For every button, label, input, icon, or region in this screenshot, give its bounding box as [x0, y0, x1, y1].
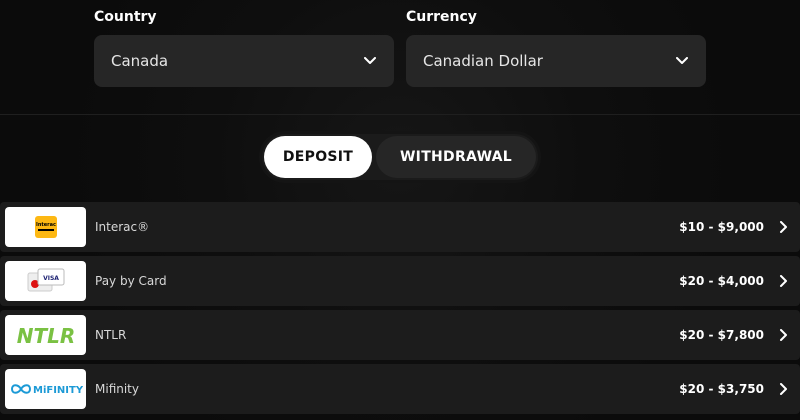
ntlr-logo: NTLR	[5, 315, 86, 355]
country-label: Country	[94, 9, 157, 25]
method-name: NTLR	[95, 328, 127, 342]
currency-select[interactable]: Canadian Dollar	[406, 35, 706, 87]
currency-label: Currency	[406, 9, 477, 25]
chevron-down-icon	[676, 55, 688, 67]
chevron-right-icon	[780, 383, 787, 395]
transaction-type-toggle: DEPOSIT WITHDRAWAL	[262, 134, 538, 180]
mifinity-logo-text: MiFINITY	[33, 385, 83, 396]
country-field: Country Canada	[94, 8, 394, 87]
currency-value: Canadian Dollar	[423, 52, 543, 70]
chevron-right-icon	[780, 275, 787, 287]
chevron-down-icon	[364, 55, 376, 67]
currency-field: Currency Canadian Dollar	[406, 8, 706, 87]
method-name: Interac®	[95, 220, 150, 234]
interac-logo: Interac	[5, 207, 86, 247]
section-divider	[0, 114, 800, 115]
chevron-right-icon	[780, 329, 787, 341]
card-logo-text: VISA	[43, 275, 59, 282]
payment-method-mifinity[interactable]: MiFINITY Mifinity $20 - $3,750	[0, 364, 800, 414]
method-range: $10 - $9,000	[679, 220, 764, 234]
method-range: $20 - $7,800	[679, 328, 764, 342]
region-selectors: Country Canada Currency Canadian Dollar	[94, 8, 706, 88]
method-name: Pay by Card	[95, 274, 167, 288]
payment-method-ntlr[interactable]: NTLR NTLR $20 - $7,800	[0, 310, 800, 360]
method-range: $20 - $4,000	[679, 274, 764, 288]
payment-method-card[interactable]: VISA Pay by Card $20 - $4,000	[0, 256, 800, 306]
method-name: Mifinity	[95, 382, 139, 396]
chevron-right-icon	[780, 221, 787, 233]
tab-deposit[interactable]: DEPOSIT	[264, 136, 372, 178]
ntlr-logo-text: NTLR	[16, 324, 75, 348]
payment-method-interac[interactable]: Interac Interac® $10 - $9,000	[0, 202, 800, 252]
interac-logo-text: Interac	[35, 222, 55, 228]
country-value: Canada	[111, 52, 169, 70]
card-logo: VISA	[5, 261, 86, 301]
method-range: $20 - $3,750	[679, 382, 764, 396]
country-select[interactable]: Canada	[94, 35, 394, 87]
mifinity-logo: MiFINITY	[5, 369, 86, 409]
tab-withdrawal[interactable]: WITHDRAWAL	[376, 136, 536, 178]
